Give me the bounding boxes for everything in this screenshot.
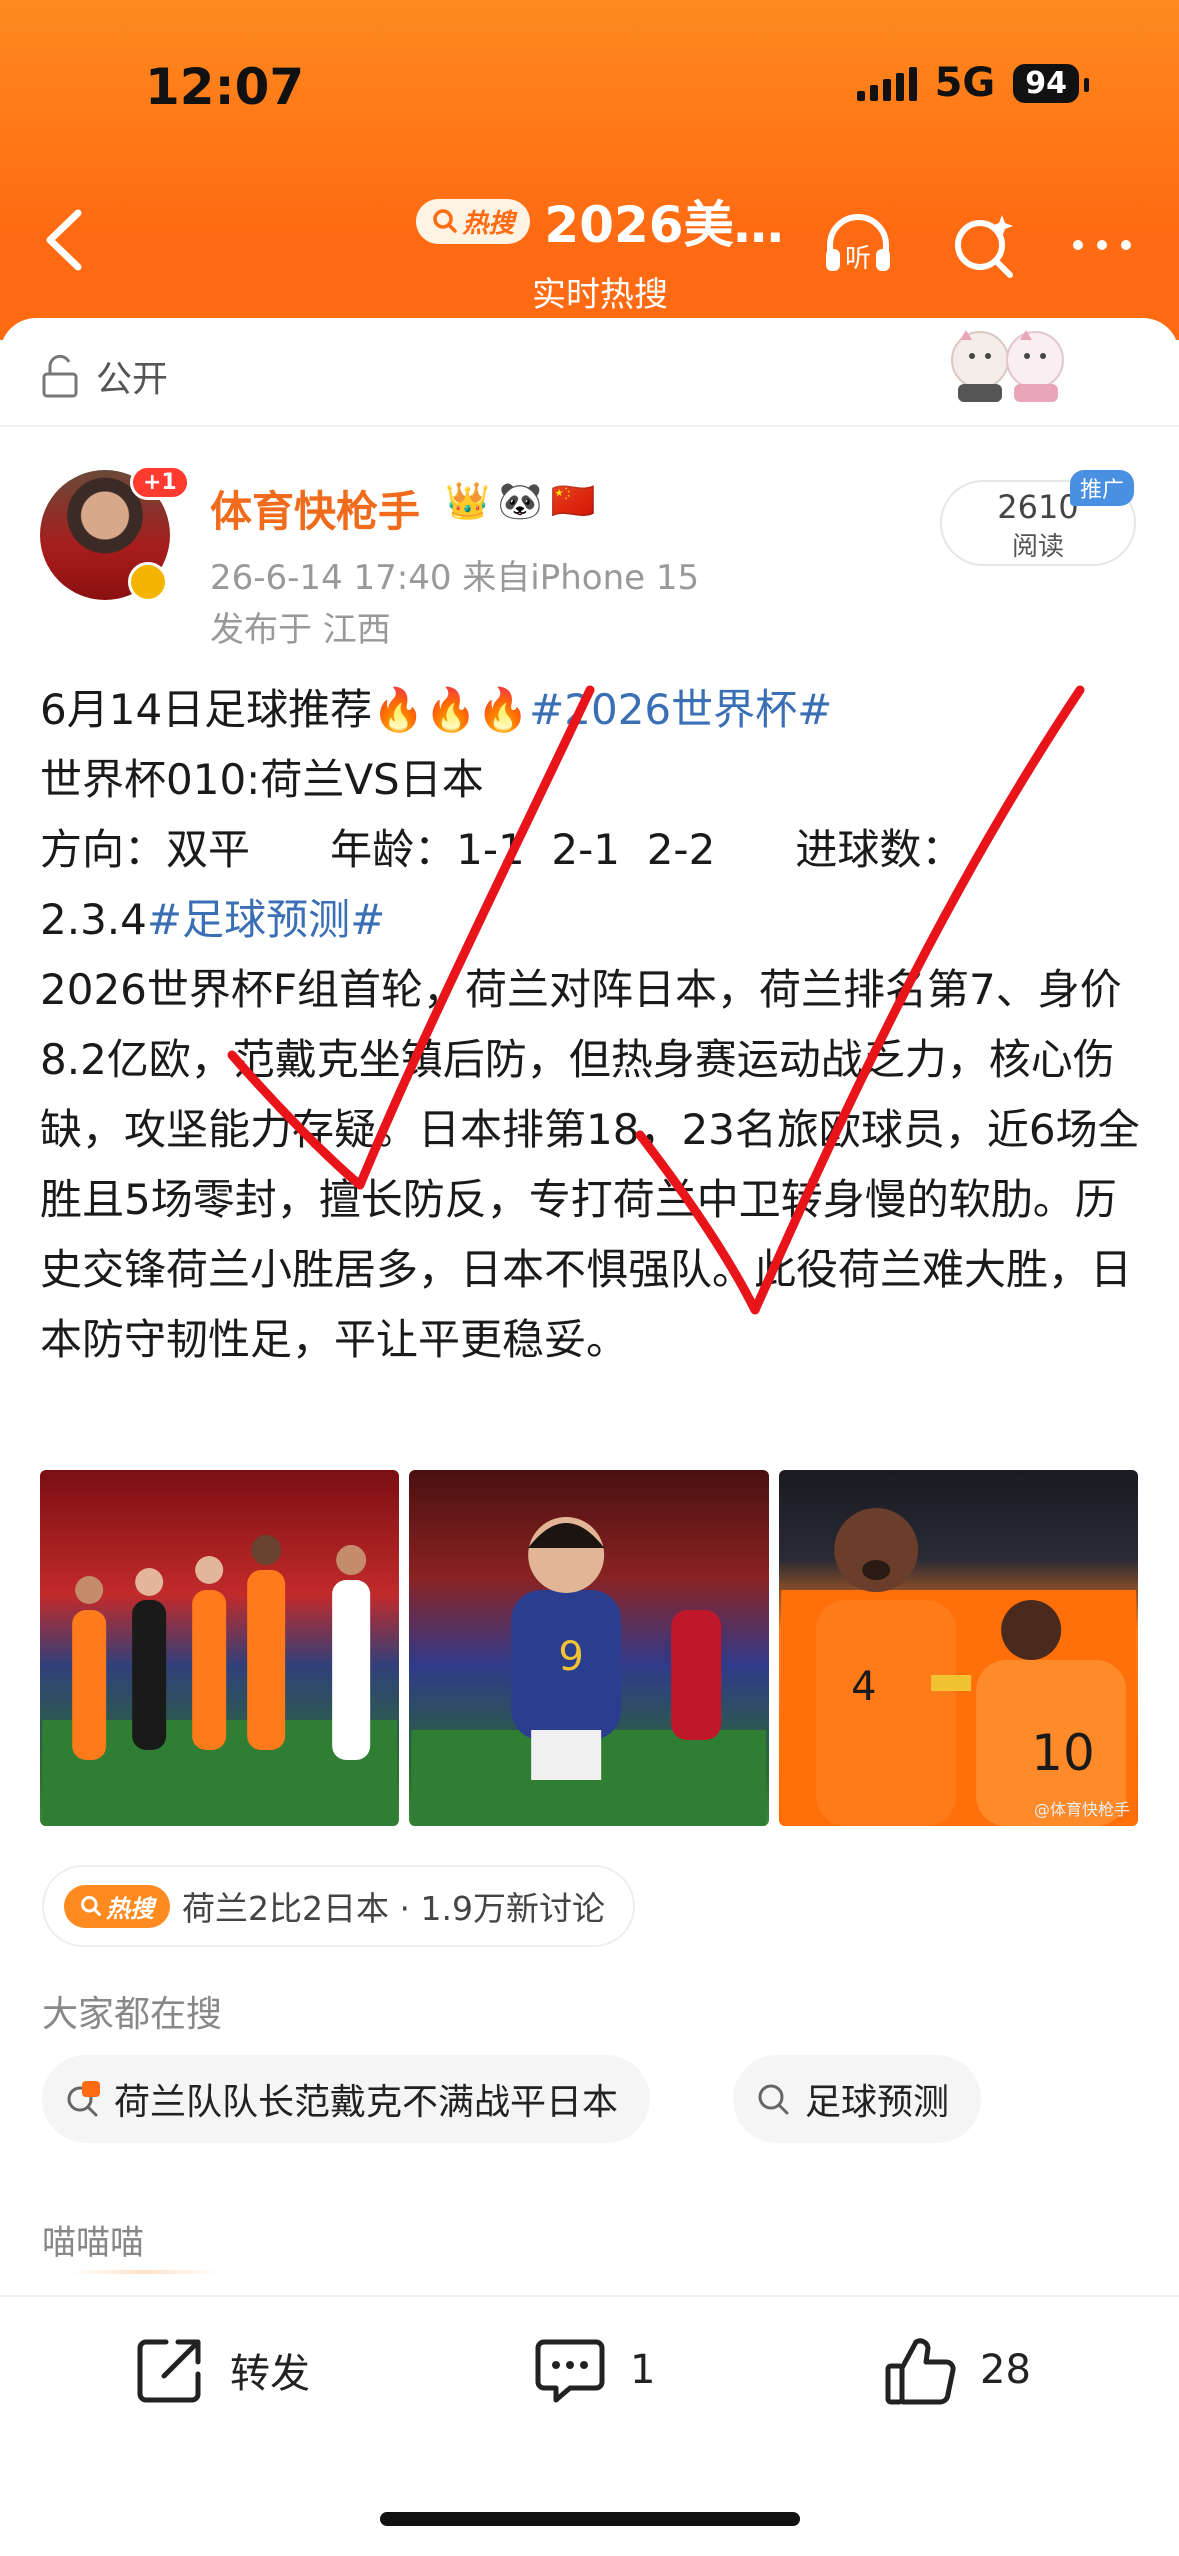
- page-title-block: 热搜 2026美… 实时热搜: [400, 185, 800, 316]
- section-label-searches: 大家都在搜: [42, 1994, 223, 2035]
- search-icon: [81, 1896, 101, 1916]
- visibility-row[interactable]: 公开: [40, 350, 168, 402]
- more-icon[interactable]: [1062, 205, 1142, 285]
- hot-search-badge: 热搜: [64, 1884, 170, 1928]
- visibility-label: 公开: [96, 359, 169, 400]
- photo-netherlands-players[interactable]: [40, 1470, 400, 1826]
- svg-text:10: 10: [1031, 1724, 1095, 1782]
- photo-watermark: @体育快枪手: [1033, 1800, 1130, 1819]
- reads-label: 阅读: [1011, 532, 1064, 562]
- hot-topic-tag: 热搜: [106, 1894, 154, 1923]
- search-suggestion-2[interactable]: 足球预测: [733, 2055, 982, 2143]
- china-flag-icon: 🇨🇳: [550, 481, 596, 522]
- content-card: [0, 318, 1179, 2556]
- post-line-1: 6月14日足球推荐🔥🔥🔥: [40, 685, 530, 734]
- post-location: 发布于 江西: [210, 610, 391, 650]
- svg-text:听: 听: [845, 244, 871, 274]
- comment-tab-label[interactable]: 喵喵喵: [42, 2215, 144, 2264]
- page-title: 2026美…: [544, 196, 784, 254]
- like-button[interactable]: 28: [880, 2330, 1031, 2410]
- status-icons: 5G 94: [856, 60, 1089, 106]
- share-button[interactable]: 转发: [130, 2330, 310, 2410]
- post-paragraph: 2026世界杯F组首轮，荷兰对阵日本，荷兰排名第7、身价8.2亿欧，范戴克坐镇后…: [40, 965, 1140, 1364]
- photo-grid: 9 4 10 @体育快枪手: [40, 1470, 1138, 1826]
- share-label: 转发: [230, 2351, 310, 2397]
- listen-icon[interactable]: 听: [818, 205, 898, 285]
- author-badges: 👑 🐼 🇨🇳: [445, 480, 595, 522]
- decorative-sticker-icon: [951, 330, 1064, 402]
- post-time-source: 26-6-14 17:40 来自iPhone 15: [210, 558, 700, 598]
- hot-search-icon: [67, 2081, 100, 2117]
- promo-badge: 推广: [1070, 470, 1135, 506]
- search-sparkle-icon[interactable]: [944, 205, 1024, 285]
- post-line-3: 方向：双平 年龄：1-1 2-1 2-2 进球数：: [40, 825, 964, 874]
- thumbs-up-icon: [885, 2338, 956, 2405]
- search-suggestion-1[interactable]: 荷兰队队长范戴克不满战平日本: [42, 2055, 651, 2143]
- signal-icon: [856, 65, 917, 101]
- hot-topic-chip[interactable]: 热搜 荷兰2比2日本 · 1.9万新讨论: [42, 1865, 635, 1947]
- svg-text:9: 9: [559, 1634, 584, 1680]
- panda-badge-icon: 🐼: [497, 481, 543, 522]
- comment-count: 1: [630, 2347, 656, 2393]
- search-icon: [758, 2084, 789, 2115]
- hashtag-worldcup[interactable]: #2026世界杯#: [529, 685, 832, 734]
- back-icon[interactable]: [36, 205, 96, 275]
- comment-icon: [535, 2339, 605, 2403]
- share-icon: [137, 2339, 201, 2403]
- unlock-icon: [42, 354, 78, 398]
- hashtag-football-prediction[interactable]: #足球预测#: [147, 895, 385, 944]
- page-subtitle: 实时热搜: [532, 275, 668, 315]
- status-time: 12:07: [145, 58, 305, 116]
- crown-badge-icon: 👑: [445, 481, 490, 522]
- verified-icon: [128, 562, 168, 602]
- avatar-badge: +1: [130, 465, 190, 500]
- photo-scene-3: 4 10: [780, 1508, 1136, 1826]
- home-indicator: [380, 2512, 800, 2526]
- search-suggestion-2-text: 足球预测: [805, 2082, 950, 2123]
- post-line-4: 2.3.4: [40, 895, 147, 944]
- photo-van-dijk[interactable]: 4 10 @体育快枪手: [778, 1470, 1138, 1826]
- network-type: 5G: [934, 60, 996, 106]
- svg-text:4: 4: [851, 1664, 876, 1710]
- search-icon: [433, 209, 458, 233]
- like-count: 28: [980, 2347, 1031, 2393]
- battery-icon: 94: [1013, 63, 1089, 103]
- hot-tag-label: 热搜: [462, 208, 515, 239]
- post-body: 6月14日足球推荐🔥🔥🔥#2026世界杯# 世界杯010:荷兰VS日本 方向：双…: [40, 675, 1150, 1375]
- tab-indicator: [70, 2270, 220, 2274]
- photo-scene-1: [42, 1535, 398, 1826]
- search-suggestion-1-text: 荷兰队队长范戴克不满战平日本: [114, 2082, 619, 2123]
- divider: [0, 425, 1179, 427]
- comment-button[interactable]: 1: [530, 2330, 655, 2410]
- hot-topic-text: 荷兰2比2日本 · 1.9万新讨论: [182, 1889, 605, 1928]
- hot-search-tag: 热搜: [416, 198, 531, 244]
- photo-scene-2: 9: [411, 1517, 767, 1826]
- post-line-2: 世界杯010:荷兰VS日本: [40, 755, 484, 804]
- photo-japan-player[interactable]: 9: [409, 1470, 769, 1826]
- author-name[interactable]: 体育快枪手: [210, 478, 420, 539]
